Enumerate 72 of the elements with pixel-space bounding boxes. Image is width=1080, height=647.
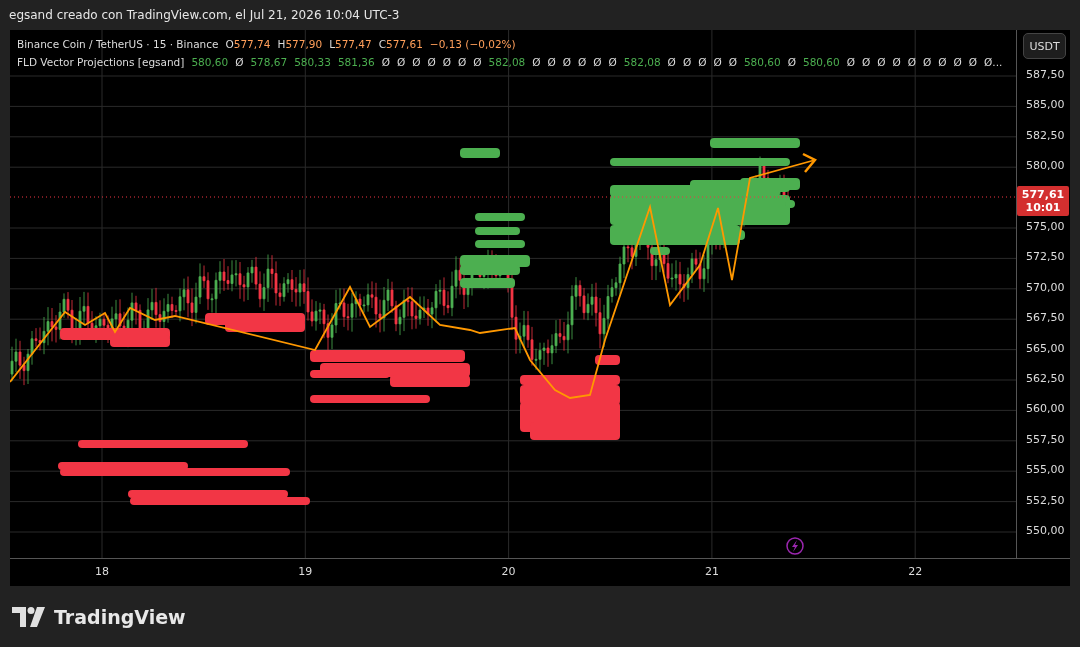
price-tick: 552,50	[1026, 493, 1065, 507]
empty-value: Ø	[713, 55, 722, 70]
empty-value: Ø	[953, 55, 962, 70]
price-tick: 585,00	[1026, 98, 1065, 112]
indicator-value: 582,08	[623, 55, 661, 70]
empty-value: Ø	[396, 55, 406, 70]
ohlc-value: H577,90	[277, 37, 323, 52]
empty-value: Ø	[593, 55, 602, 70]
empty-value: Ø	[846, 55, 855, 70]
indicator-value: 582,08	[488, 55, 526, 70]
brand-name: TradingView	[54, 606, 186, 628]
empty-value: Ø	[578, 55, 587, 70]
empty-value: Ø	[787, 55, 796, 70]
empty-value: Ø	[938, 55, 947, 70]
indicator-value: 580,33	[294, 55, 331, 70]
ohlc-value: C577,61	[378, 37, 423, 52]
indicator-value: 581,36	[337, 55, 375, 70]
date-tick: 19	[298, 565, 313, 578]
empty-value: Ø	[608, 55, 617, 70]
empty-value: Ø	[728, 55, 737, 70]
price-tick: 555,00	[1026, 463, 1065, 477]
indicator-title: FLD Vector Projections [egsand]	[17, 55, 185, 70]
empty-value: Ø	[892, 55, 901, 70]
empty-value: Ø	[381, 55, 390, 70]
ohlc-value: O577,74	[225, 37, 271, 52]
empty-value: Ø	[547, 55, 556, 70]
date-tick: 20	[501, 565, 516, 578]
empty-value: Ø	[968, 55, 978, 70]
price-tick: 565,00	[1026, 341, 1065, 355]
snapshot-caption: egsand creado con TradingView.com, el Jul 21, 2026 10:04 UTC-3	[9, 8, 400, 22]
empty-value: Ø	[235, 55, 244, 70]
empty-value: Ø	[698, 55, 707, 70]
empty-value: Ø	[861, 55, 871, 70]
price-tick: 580,00	[1026, 159, 1065, 173]
indicator-value: 580,60	[743, 55, 781, 70]
empty-value: Ø	[532, 55, 541, 70]
empty-value: Ø	[458, 55, 467, 70]
price-tick: 560,00	[1026, 402, 1065, 416]
empty-value: Ø	[412, 55, 421, 70]
indicator-value: 580,60	[191, 55, 229, 70]
price-tick: 582,50	[1026, 128, 1065, 142]
price-tick: 572,50	[1026, 250, 1065, 264]
last-price: 577,61	[1021, 188, 1065, 201]
price-tick: 570,00	[1026, 280, 1065, 294]
price-tick: 567,50	[1026, 311, 1065, 325]
tradingview-logo-icon	[12, 607, 48, 627]
date-tick: 21	[704, 565, 719, 578]
empty-value: Ø	[907, 55, 917, 70]
symbol-title: Binance Coin / TetherUS · 15 · Binance	[17, 37, 219, 52]
empty-value: Ø	[427, 55, 436, 70]
price-tick: 575,00	[1026, 220, 1065, 233]
lightning-icon[interactable]	[786, 537, 804, 555]
date-tick: 18	[95, 565, 109, 578]
empty-value: Ø	[923, 55, 932, 70]
price-tick: 550,00	[1026, 524, 1065, 537]
price-change: −0,13 (−0,02%)	[429, 37, 516, 52]
empty-value: Ø	[562, 55, 572, 70]
countdown: 10:01	[1025, 201, 1061, 214]
empty-value: Ø...	[984, 55, 1003, 70]
empty-value: Ø	[442, 55, 451, 70]
currency-button[interactable]: USDT	[1023, 33, 1066, 59]
indicator-value: 580,60	[802, 55, 840, 70]
ohlc-value: L577,47	[329, 37, 372, 52]
price-tick: 587,50	[1026, 68, 1065, 81]
price-tick: 557,50	[1026, 432, 1065, 446]
indicator-value: 578,67	[250, 55, 288, 70]
empty-value: Ø	[473, 55, 482, 70]
empty-value: Ø	[682, 55, 692, 70]
empty-value: Ø	[667, 55, 676, 70]
price-tick: 562,50	[1026, 372, 1065, 385]
date-tick: 22	[908, 565, 923, 578]
empty-value: Ø	[877, 55, 886, 70]
